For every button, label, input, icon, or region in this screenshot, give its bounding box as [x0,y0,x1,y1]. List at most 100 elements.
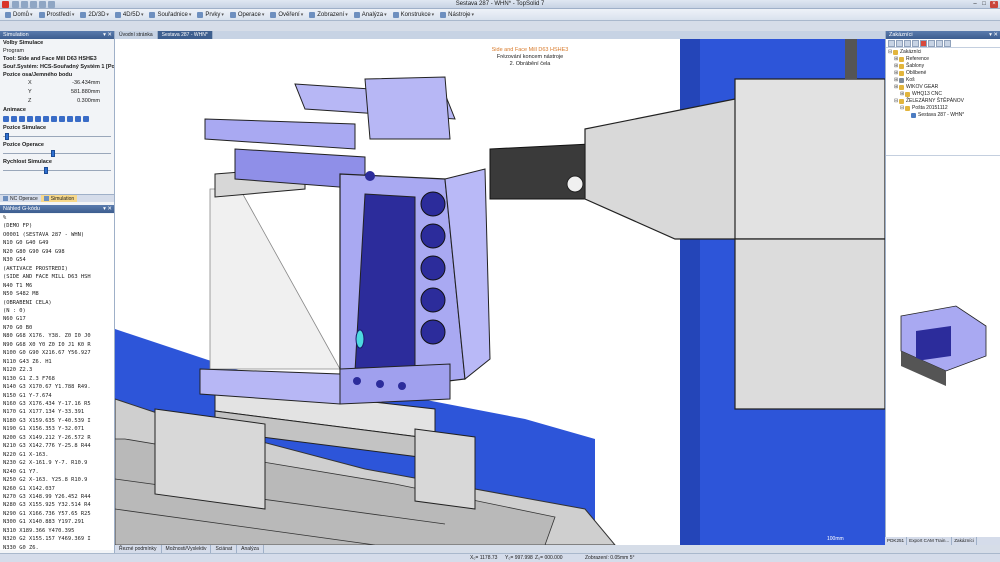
tree-panel-tab[interactable]: PDK251 [885,537,908,545]
chevron-down-icon: ▾ [261,11,265,18]
menu-item[interactable]: Ověření ▾ [267,10,306,20]
tree-filter-icon[interactable] [944,40,951,47]
axis-label: Y [28,89,32,95]
document-tabs: Úvodní stránka Sestava 287 - WHN* [115,31,885,39]
tree-delete-icon[interactable] [920,40,927,47]
playback-button-icon[interactable] [27,116,33,122]
playback-button-icon[interactable] [59,116,65,122]
simulation-panel-tabs: NC Operace Simulation [0,194,114,202]
tree-new-folder-icon[interactable] [928,40,935,47]
menu-item[interactable]: 4D/5D ▾ [112,10,147,20]
panel-tab[interactable]: NC Operace [0,195,41,202]
tree-node[interactable]: ⊟ ŽELEZÁRNY ŠTĚPÁNOV [888,98,998,105]
menu-icon [440,11,447,18]
playback-button-icon[interactable] [35,116,41,122]
menu-item-label: Domů [13,11,30,18]
gcode-line: N240 G1 Y7. [3,468,39,475]
simulation-panel-header: Simulation ▾ ✕ [0,31,114,39]
ribbon-menu: Domů ▾ Prostředí ▾ 2D/3D ▾ 4D/5D ▾ Souřadnice ▾ Pr… [0,9,1000,21]
menu-item[interactable]: Domů ▾ [2,10,36,20]
menu-item[interactable]: 2D/3D ▾ [77,10,112,20]
tree-node-label: Šablony [906,63,925,69]
bore-hole [420,255,446,281]
tree-node[interactable]: ⊞ Reference [888,56,998,63]
tree-up-icon[interactable] [904,40,911,47]
gcode-line: N40 T1 M6 [3,282,33,289]
viewport-tab[interactable]: Sciánat [211,545,238,553]
tree-refresh-icon[interactable] [936,40,943,47]
playback-button-icon[interactable] [43,116,49,122]
menu-item[interactable]: Analýza ▾ [351,10,390,20]
menu-item[interactable]: Prostředí ▾ [36,10,78,20]
menu-icon [270,11,277,18]
maximize-icon[interactable]: □ [980,1,988,8]
tree-back-icon[interactable] [888,40,895,47]
document-tab[interactable]: Úvodní stránka [115,31,158,39]
animation-section-title: Animace [3,107,26,113]
slider-thumb[interactable] [44,167,49,174]
simulation-slider[interactable] [3,149,111,158]
menu-item[interactable]: Zobrazení ▾ [306,10,351,20]
playback-button-icon[interactable] [11,116,17,122]
document-tab[interactable]: Sestava 287 - WHN* [157,31,213,39]
tree-node[interactable]: ⊞ WIKOV GEAR [888,84,998,91]
menu-item-label: Prvky [205,11,221,18]
fixture-clamp-left [154,408,266,510]
bore-hole [420,223,446,249]
playback-button-icon[interactable] [19,116,25,122]
playback-button-icon[interactable] [75,116,81,122]
tree-node[interactable]: ⊞ Šablony [888,63,998,70]
folder-icon [899,78,904,83]
panel-tab-label: Simulation [50,195,75,202]
playback-button-icon[interactable] [51,116,57,122]
project-tree-controls[interactable]: ▾ ✕ [989,31,998,39]
viewport-tab[interactable]: Možnosti/Vyslektiv [161,545,212,553]
simulation-slider[interactable] [3,132,111,141]
tree-node-label: ŽELEZÁRNY ŠTĚPÁNOV [906,98,964,104]
close-icon[interactable]: × [990,1,998,8]
tree-panel-tab[interactable]: Zakázníci [952,537,977,545]
playback-button-icon[interactable] [83,116,89,122]
menu-item[interactable]: Nástroje ▾ [437,10,477,20]
viewport-bottom-tabs: Řezné podmínky Možnosti/Vyslektiv Sciánat A… [115,545,264,553]
panel-tab[interactable]: Simulation [40,195,78,202]
tree-forward-icon[interactable] [896,40,903,47]
status-bar: X₀= 1178.73 Y₀= 997.998 Z₀= 000.000 Zobr… [0,553,1000,562]
gcode-line: (N : 0) [3,307,26,314]
menu-item[interactable]: Konstrukce ▾ [390,10,438,20]
gcode-line: N190 G1 X156.353 Y-32.071 [3,426,85,433]
minimize-icon[interactable]: – [971,1,979,8]
menu-icon [353,11,360,18]
spindle-shaft [845,39,857,79]
folder-icon [899,71,904,76]
tree-node[interactable]: Sestava 287 - WHN* [888,112,998,119]
slider-thumb[interactable] [5,133,10,140]
tree-node[interactable]: ⊞ Koš [888,77,998,84]
caption-step: 2. Obrábění čela [509,61,551,67]
gcode-panel-controls[interactable]: ▾ ✕ [103,205,112,213]
tree-node[interactable]: ⊞ Oblíbené [888,70,998,77]
tree-node[interactable]: ⊟ Pošta 20151112 [888,105,998,112]
coordinate-row: X -36.434mm [0,79,114,88]
operation-caption: Side and Face Mill D63 HSHE3 Frézování k… [435,47,625,68]
panel-controls[interactable]: ▾ ✕ [103,31,112,39]
tree-node[interactable]: ⊟ Zakázníci [888,49,998,56]
tree-node[interactable]: ⊞ WHQ13 CNC [888,91,998,98]
viewport-tab[interactable]: Řezné podmínky [115,545,162,553]
playback-button-icon[interactable] [67,116,73,122]
chevron-down-icon: ▾ [345,11,348,18]
3d-viewport[interactable]: Side and Face Mill D63 HSHE3 Frézování k… [115,39,885,545]
simulation-slider[interactable] [3,166,111,175]
tree-panel-tab[interactable]: Export CAM Train... [907,537,953,545]
menu-item[interactable]: Prvky ▾ [194,10,227,20]
gcode-line: N280 G3 X155.925 Y32.514 R4 [3,502,91,509]
slider-thumb[interactable] [50,150,55,157]
menu-item[interactable]: Souřadnice ▾ [146,10,194,20]
tree-home-icon[interactable] [912,40,919,47]
gcode-line: N210 G3 X142.776 Y-25.8 R44 [3,443,91,450]
viewport-tab[interactable]: Analýza [237,545,264,553]
status-zoom: Zobrazení: 0.05mm 5° [585,555,635,561]
menu-item[interactable]: Opera­ce ▾ [227,10,268,20]
gcode-listing[interactable]: % (DEMO FP) O0001 (SESTAVA 287 - WHN) N10 G… [0,214,114,550]
playback-button-icon[interactable] [3,116,9,122]
